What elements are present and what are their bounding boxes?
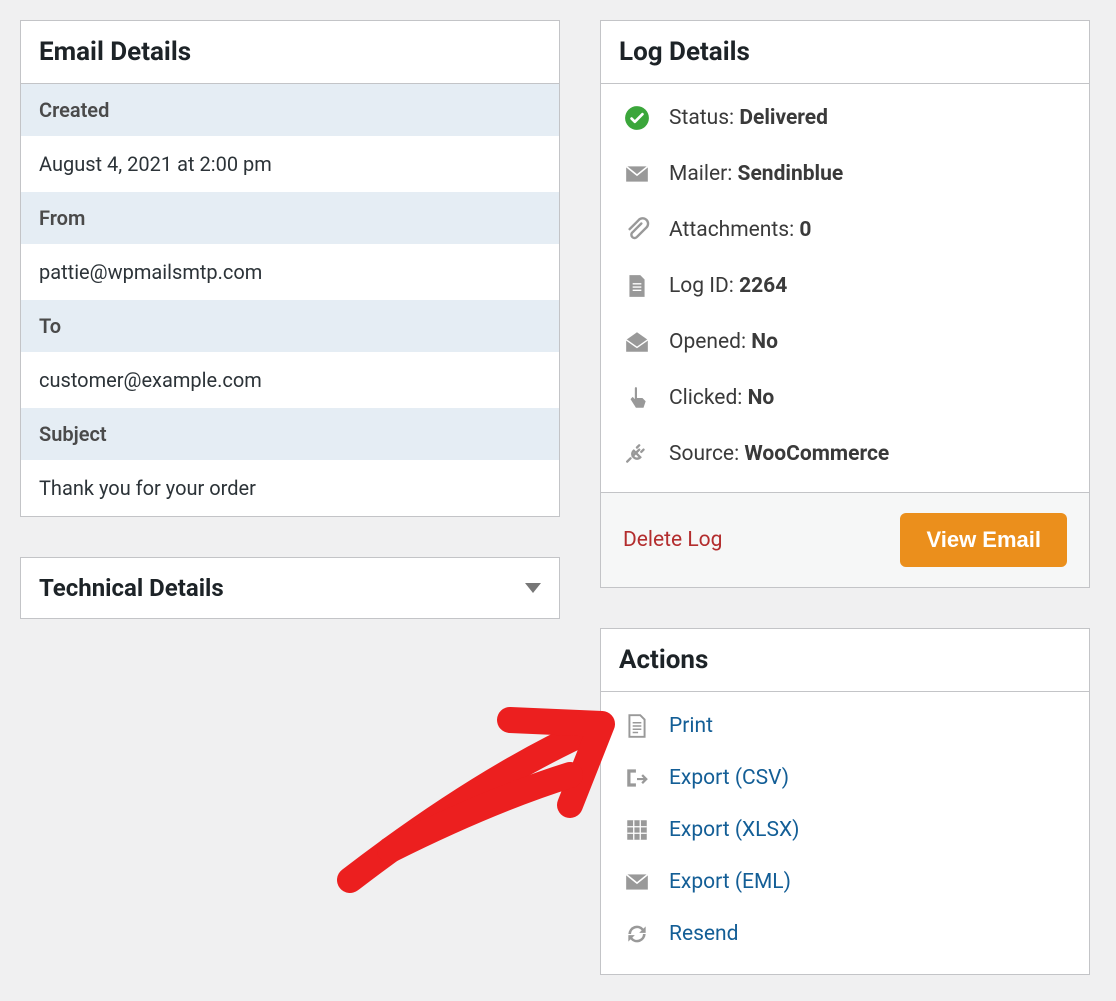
print-label: Print [669, 714, 713, 738]
action-export-eml[interactable]: Export (EML) [601, 856, 1089, 908]
source-value: WooCommerce [744, 442, 889, 466]
log-row-status: Status: Delivered [601, 90, 1089, 146]
to-label: To [21, 300, 559, 352]
mailer-label: Mailer: [669, 162, 738, 186]
status-value: Delivered [739, 106, 828, 130]
export-arrow-icon [623, 764, 651, 792]
log-details-panel: Log Details Status: Delivered Mailer: Se… [600, 20, 1090, 588]
log-row-attachments: Attachments: 0 [601, 202, 1089, 258]
resend-label: Resend [669, 922, 739, 946]
technical-details-panel[interactable]: Technical Details [20, 557, 560, 619]
actions-panel: Actions Print Export (CSV) [600, 628, 1090, 975]
created-value: August 4, 2021 at 2:00 pm [21, 136, 559, 192]
hand-pointer-icon [623, 384, 651, 412]
email-details-heading: Email Details [39, 37, 191, 67]
plug-icon [623, 440, 651, 468]
log-row-mailer: Mailer: Sendinblue [601, 146, 1089, 202]
log-row-source: Source: WooCommerce [601, 426, 1089, 482]
envelope-open-icon [623, 328, 651, 356]
clicked-label: Clicked: [669, 386, 748, 410]
action-export-csv[interactable]: Export (CSV) [601, 752, 1089, 804]
attachments-label: Attachments: [669, 218, 799, 242]
export-eml-label: Export (EML) [669, 870, 791, 894]
mailer-value: Sendinblue [738, 162, 844, 186]
to-value: customer@example.com [21, 352, 559, 408]
action-print[interactable]: Print [601, 700, 1089, 752]
email-details-title: Email Details [21, 21, 559, 84]
log-row-clicked: Clicked: No [601, 370, 1089, 426]
spreadsheet-icon [623, 816, 651, 844]
from-label: From [21, 192, 559, 244]
logid-value: 2264 [739, 274, 787, 298]
envelope-icon [623, 160, 651, 188]
technical-details-title: Technical Details [39, 574, 224, 602]
delete-log-link[interactable]: Delete Log [623, 528, 722, 552]
log-details-title: Log Details [619, 37, 750, 67]
paperclip-icon [623, 216, 651, 244]
check-circle-icon [623, 104, 651, 132]
opened-label: Opened: [669, 330, 751, 354]
refresh-icon [623, 920, 651, 948]
from-value: pattie@wpmailsmtp.com [21, 244, 559, 300]
mail-icon [623, 868, 651, 896]
source-label: Source: [669, 442, 744, 466]
subject-label: Subject [21, 408, 559, 460]
created-label: Created [21, 84, 559, 136]
export-csv-label: Export (CSV) [669, 766, 789, 790]
action-export-xlsx[interactable]: Export (XLSX) [601, 804, 1089, 856]
status-label: Status: [669, 106, 739, 130]
attachments-value: 0 [799, 218, 811, 242]
file-icon [623, 272, 651, 300]
chevron-down-icon[interactable] [525, 583, 541, 593]
email-details-panel: Email Details Created August 4, 2021 at … [20, 20, 560, 517]
clicked-value: No [748, 386, 775, 410]
log-row-opened: Opened: No [601, 314, 1089, 370]
view-email-button[interactable]: View Email [900, 513, 1067, 567]
logid-label: Log ID: [669, 274, 739, 298]
opened-value: No [751, 330, 778, 354]
log-row-logid: Log ID: 2264 [601, 258, 1089, 314]
actions-title: Actions [619, 645, 708, 675]
document-icon [623, 712, 651, 740]
action-resend[interactable]: Resend [601, 908, 1089, 960]
subject-value: Thank you for your order [21, 460, 559, 516]
export-xlsx-label: Export (XLSX) [669, 818, 799, 842]
